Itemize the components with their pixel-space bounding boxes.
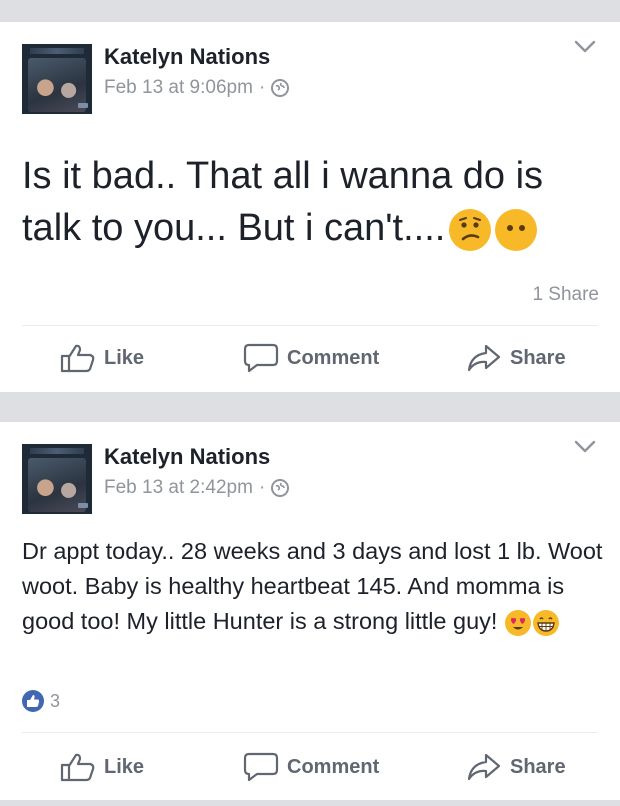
thumbs-up-icon	[60, 753, 95, 782]
author-name[interactable]: Katelyn Nations	[104, 444, 270, 470]
comment-label: Comment	[287, 755, 380, 778]
reaction-count: 3	[50, 690, 61, 711]
globe-icon	[271, 79, 290, 97]
like-label: Like	[104, 755, 145, 778]
timestamp[interactable]: Feb 13 at 9:06pm	[104, 77, 253, 99]
divider	[22, 732, 598, 733]
share-label: Share	[510, 346, 566, 369]
share-arrow-icon	[467, 753, 501, 781]
post-meta: Feb 13 at 2:42pm ·	[104, 477, 290, 499]
globe-icon	[271, 479, 290, 497]
post-meta: Feb 13 at 9:06pm ·	[104, 77, 290, 99]
reaction-summary[interactable]: 3	[22, 690, 60, 712]
share-label: Share	[510, 755, 566, 778]
like-reaction-icon	[22, 690, 44, 712]
share-button[interactable]: Share	[466, 338, 566, 378]
comment-icon	[243, 343, 279, 373]
chevron-down-icon[interactable]	[574, 40, 596, 54]
avatar-tag	[78, 503, 88, 508]
chevron-down-icon[interactable]	[574, 440, 596, 454]
post-text: Dr appt today.. 28 weeks and 3 days and …	[22, 534, 612, 639]
post-card: Katelyn Nations Feb 13 at 9:06pm · Is it…	[0, 22, 620, 392]
share-count[interactable]: 1 Share	[532, 284, 599, 306]
heart-eyes-face-icon	[505, 609, 532, 636]
grinning-face-icon	[533, 609, 560, 636]
comment-button[interactable]: Comment	[243, 338, 379, 378]
meta-separator: ·	[258, 77, 266, 98]
divider	[22, 325, 598, 326]
share-button[interactable]: Share	[466, 747, 566, 787]
comment-label: Comment	[287, 346, 380, 369]
avatar-banner	[30, 48, 84, 54]
timestamp[interactable]: Feb 13 at 2:42pm	[104, 477, 253, 499]
meta-separator: ·	[258, 477, 266, 498]
like-label: Like	[104, 346, 145, 369]
avatar-tag	[78, 103, 88, 108]
comment-button[interactable]: Comment	[243, 747, 379, 787]
post-text: Is it bad.. That all i wanna do is talk …	[22, 150, 612, 254]
like-button[interactable]: Like	[60, 338, 144, 378]
confused-face-icon	[449, 208, 492, 251]
avatar[interactable]	[22, 44, 92, 114]
avatar[interactable]	[22, 444, 92, 514]
like-button[interactable]: Like	[60, 747, 144, 787]
thumbs-up-icon	[60, 344, 95, 373]
blank-face-icon	[495, 208, 538, 251]
share-arrow-icon	[467, 344, 501, 372]
author-name[interactable]: Katelyn Nations	[104, 44, 270, 70]
comment-icon	[243, 752, 279, 782]
avatar-banner	[30, 448, 84, 454]
post-card: Katelyn Nations Feb 13 at 2:42pm · Dr ap…	[0, 422, 620, 800]
